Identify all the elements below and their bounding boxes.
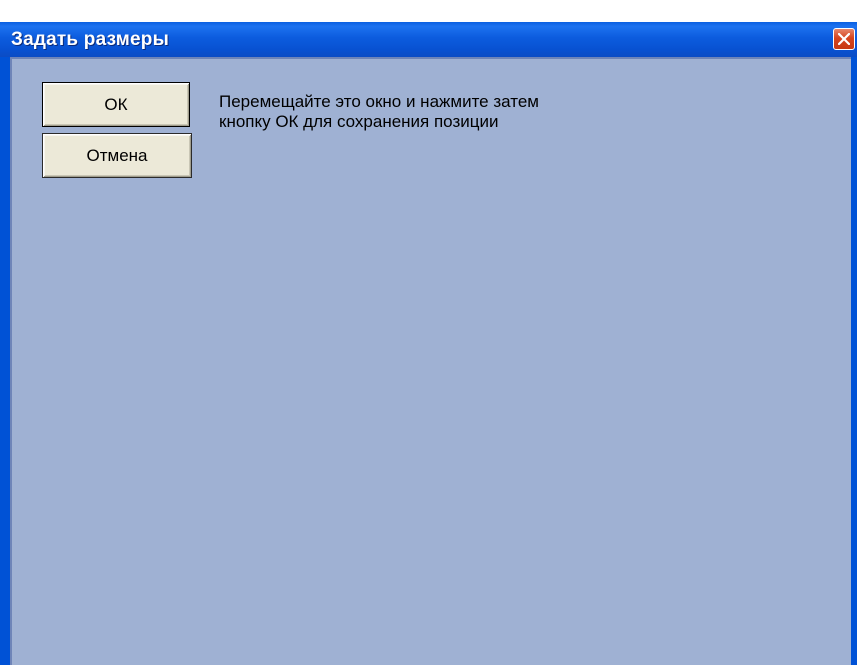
close-button[interactable] xyxy=(833,28,855,50)
title-bar[interactable]: Задать размеры xyxy=(0,22,857,57)
close-icon xyxy=(838,33,850,45)
instruction-line-1: Перемещайте это окно и нажмите затем xyxy=(219,92,539,111)
instruction-text: Перемещайте это окно и нажмите затем кно… xyxy=(219,92,539,132)
ok-button[interactable]: ОК xyxy=(42,82,190,127)
dialog-client-area: ОК Отмена Перемещайте это окно и нажмите… xyxy=(10,57,851,665)
instruction-line-2: кнопку ОК для сохранения позиции xyxy=(219,112,499,131)
window-title: Задать размеры xyxy=(11,29,169,50)
top-strip xyxy=(0,0,857,22)
dialog-window: Задать размеры ОК Отмена Перемещайте это… xyxy=(0,0,857,665)
cancel-button[interactable]: Отмена xyxy=(42,133,192,178)
